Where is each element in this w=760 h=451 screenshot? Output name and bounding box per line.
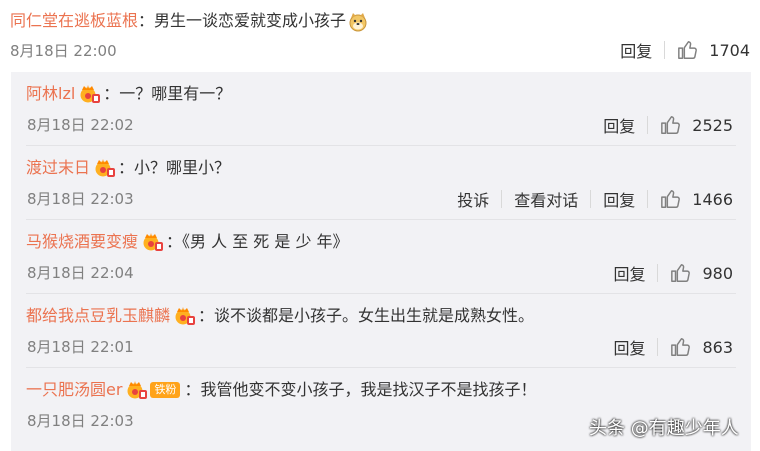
reply-date: 8月18日 22:02 <box>27 116 134 134</box>
reply-row: 一只肥汤圆er 铁粉 ：我管他变不变小孩子，我是找汉子不是找孩子！ <box>26 376 536 404</box>
reply-item: 都给我点豆乳玉麒麟 ：谈不谈都是小孩子。女生出生就是成熟女性。 8月18日 22… <box>11 294 751 368</box>
reply-actions: 投诉 查看对话 回复 1466 <box>457 187 733 211</box>
vip-crown-badge-icon <box>142 232 164 252</box>
thumbs-up-icon <box>661 190 681 208</box>
like-count: 1466 <box>692 189 733 209</box>
reply-username[interactable]: 都给我点豆乳玉麒麟 <box>26 302 170 330</box>
reply-text: ：一？哪里有一？ <box>103 84 232 103</box>
main-comment-actions: 回复 1704 <box>620 38 750 62</box>
divider <box>657 338 659 356</box>
report-button[interactable]: 投诉 <box>457 187 489 211</box>
divider <box>647 190 649 208</box>
view-conversation-button[interactable]: 查看对话 <box>514 187 578 211</box>
like-button[interactable]: 1704 <box>677 39 750 61</box>
reply-item: 渡过末日 ：小？哪里小？ 8月18日 22:03 投诉 查看对话 回复 1466 <box>11 146 751 220</box>
main-comment-username[interactable]: 同仁堂在逃板蓝根 <box>10 11 138 30</box>
vip-crown-badge-icon <box>174 306 196 326</box>
vip-crown-badge-icon <box>94 158 116 178</box>
reply-text: ：我管他变不变小孩子，我是找汉子不是找孩子！ <box>184 380 537 399</box>
reply-row: 阿林lzl ：一？哪里有一？ <box>26 80 231 108</box>
fan-badge: 铁粉 <box>150 382 181 398</box>
thumbs-up-icon <box>671 264 691 282</box>
divider <box>664 41 666 59</box>
divider <box>501 190 503 208</box>
reply-row: 渡过末日 ：小？哪里小？ <box>26 154 230 182</box>
like-button[interactable]: 863 <box>670 336 733 358</box>
like-button[interactable]: 2525 <box>660 114 733 136</box>
like-count: 1704 <box>709 40 750 60</box>
reply-username[interactable]: 马猴烧酒要变瘦 <box>26 228 138 256</box>
divider <box>590 190 592 208</box>
thumbs-up-icon <box>678 41 698 59</box>
vip-crown-badge-icon <box>79 84 101 104</box>
like-button[interactable]: 1466 <box>660 188 733 210</box>
thumbs-up-icon <box>671 338 691 356</box>
like-button[interactable]: 980 <box>670 262 733 284</box>
reply-item: 阿林lzl ：一？哪里有一？ 8月18日 22:02 回复 2525 <box>11 72 751 146</box>
reply-actions: 回复 980 <box>613 261 733 285</box>
reply-date: 8月18日 22:03 <box>27 412 134 430</box>
reply-row: 都给我点豆乳玉麒麟 ：谈不谈都是小孩子。女生出生就是成熟女性。 <box>26 302 534 330</box>
reply-actions: 回复 863 <box>613 335 733 359</box>
reply-text: ：谈不谈都是小孩子。女生出生就是成熟女性。 <box>198 306 535 325</box>
reply-text: ：小？哪里小？ <box>118 158 231 177</box>
divider <box>647 116 649 134</box>
thumbs-up-icon <box>661 116 681 134</box>
reply-date: 8月18日 22:04 <box>27 264 134 282</box>
reply-text: ：《男 人 至 死 是 少 年》 <box>166 232 349 251</box>
reply-username[interactable]: 渡过末日 <box>26 154 90 182</box>
main-comment-text: ：男生一谈恋爱就变成小孩子 <box>138 11 347 30</box>
reply-panel: 阿林lzl ：一？哪里有一？ 8月18日 22:02 回复 2525 渡过末日 … <box>11 72 751 451</box>
reply-button[interactable]: 回复 <box>603 187 635 211</box>
reply-button[interactable]: 回复 <box>613 335 645 359</box>
doge-emoji-icon <box>348 12 368 32</box>
reply-row: 马猴烧酒要变瘦 ：《男 人 至 死 是 少 年》 <box>26 228 349 256</box>
main-comment: 同仁堂在逃板蓝根：男生一谈恋爱就变成小孩子 <box>10 6 368 36</box>
reply-button[interactable]: 回复 <box>613 261 645 285</box>
reply-button[interactable]: 回复 <box>620 38 652 62</box>
reply-item: 马猴烧酒要变瘦 ：《男 人 至 死 是 少 年》 8月18日 22:04 回复 … <box>11 220 751 294</box>
reply-date: 8月18日 22:01 <box>27 338 134 356</box>
main-comment-date: 8月18日 22:00 <box>10 42 117 60</box>
like-count: 863 <box>702 337 733 357</box>
reply-username[interactable]: 阿林lzl <box>26 80 75 108</box>
reply-actions: 回复 2525 <box>603 113 733 137</box>
watermark: 头条 @有趣少年人 <box>589 418 739 439</box>
like-count: 2525 <box>692 115 733 135</box>
reply-date: 8月18日 22:03 <box>27 190 134 208</box>
reply-username[interactable]: 一只肥汤圆er <box>26 376 122 404</box>
like-count: 980 <box>702 263 733 283</box>
vip-crown-badge-icon <box>126 380 148 400</box>
divider <box>657 264 659 282</box>
reply-button[interactable]: 回复 <box>603 113 635 137</box>
